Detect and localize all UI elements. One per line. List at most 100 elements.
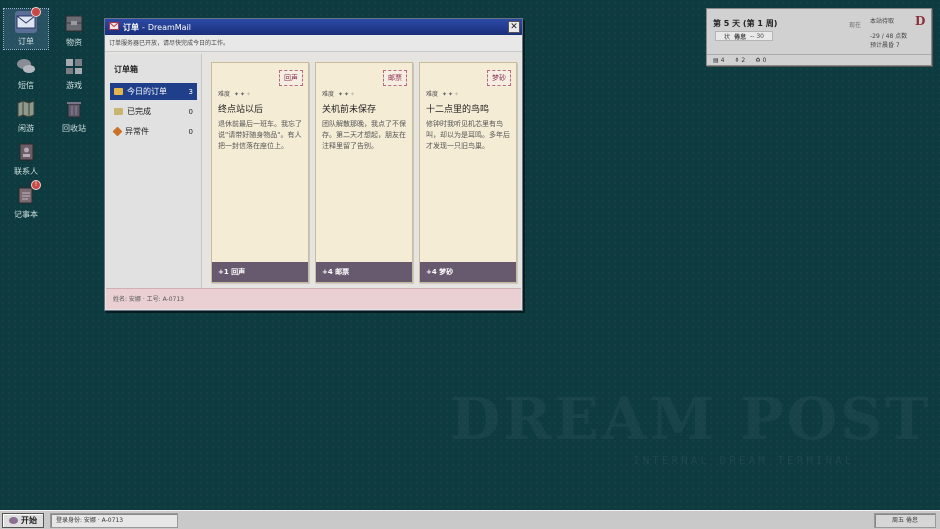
chat-bubbles-icon — [15, 55, 37, 77]
notebook-icon: ! — [15, 180, 41, 206]
desktop-icon-recycle-bin[interactable]: 回收站 — [52, 98, 96, 134]
game-tiles-icon — [63, 55, 85, 77]
desktop-icon-label: 联系人 — [14, 167, 38, 176]
divider — [707, 54, 931, 55]
taskbar: 开始 登录身份: 安娜 · A-0713 周五 倦怠 — [0, 510, 940, 529]
mood-extra: -- 30 — [750, 32, 764, 40]
desktop-icon-label: 回收站 — [62, 124, 86, 133]
mailbox-sidebar: 订单箱 今日的订单 3 已完成 0 异常件 0 — [106, 54, 202, 289]
postage-stamp: 邮票 — [383, 70, 407, 86]
order-cards-area: 回声 难度 ✦✦✦ 终点站以后 退休前最后一班车。我忘了说"请带好随身物品"。有… — [203, 54, 521, 289]
desktop-icon-label: 游戏 — [66, 81, 82, 90]
crate-icon — [63, 12, 85, 34]
difficulty-pips: ✦✦✦ — [337, 91, 357, 98]
folder-exceptions[interactable]: 异常件 0 — [110, 123, 197, 140]
mail-inbox-icon — [15, 7, 41, 33]
folder-completed[interactable]: 已完成 0 — [110, 103, 197, 120]
status-widget: 第 5 天 (第 1 周) 状 倦怠 -- 30 现在 本站待取 -29 / 4… — [706, 8, 932, 66]
order-reward: +1 回声 — [212, 262, 308, 282]
start-button[interactable]: 开始 — [2, 513, 44, 528]
desktop-icon-contacts[interactable]: 联系人 — [4, 141, 48, 177]
difficulty-label: 难度 — [426, 91, 439, 98]
sidebar-heading: 订单箱 — [114, 65, 138, 74]
folder-count: 3 — [188, 87, 193, 96]
difficulty-pips: ✦✦✦ — [233, 91, 253, 98]
now-label: 现在 — [849, 22, 862, 29]
mail-stack-icon: ▤ — [713, 57, 719, 64]
trash-icon: ♻ — [755, 57, 761, 64]
window-title-name: DreamMail — [147, 22, 192, 32]
close-button[interactable]: ✕ — [508, 21, 520, 33]
window-footer: 姓名: 安娜 · 工号: A-0713 — [106, 288, 521, 309]
watermark-subtitle: INTERNAL DREAM TERMINAL — [633, 454, 855, 467]
dreammail-window: 订单 - DreamMail ✕ 订单服务器已开放，请尽快完成今日的工作。 订单… — [104, 18, 523, 311]
folder-label: 异常件 — [125, 127, 149, 136]
desktop-icon-messages[interactable]: 短信 — [4, 55, 48, 91]
warning-diamond-icon — [112, 126, 123, 137]
dream-logo: D — [915, 14, 926, 28]
day-counter: 第 5 天 (第 1 周) — [713, 19, 778, 28]
difficulty-label: 难度 — [218, 91, 231, 98]
start-label: 开始 — [21, 516, 37, 525]
folder-label: 今日的订单 — [127, 87, 167, 96]
folder-count: 0 — [188, 107, 193, 116]
folder-today-orders[interactable]: 今日的订单 3 — [110, 83, 197, 100]
mail-stack-stat: ▤ 4 — [713, 57, 725, 64]
difficulty-rating: 难度 ✦✦✦ — [218, 89, 252, 98]
desktop-icon-label: 短信 — [18, 81, 34, 90]
window-body: 订单箱 今日的订单 3 已完成 0 异常件 0 回声 难度 ✦✦✦ 终点站以后 … — [106, 54, 521, 289]
desktop-icon-wander[interactable]: 闲游 — [4, 98, 48, 134]
location-text: 本站待取 — [870, 18, 895, 25]
difficulty-rating: 难度 ✦✦✦ — [322, 89, 356, 98]
folder-icon — [114, 88, 123, 95]
difficulty-pips: ✦✦✦ — [441, 91, 461, 98]
difficulty-label: 难度 — [322, 91, 335, 98]
order-card[interactable]: 梦砂 难度 ✦✦✦ 十二点里的鸟鸣 修钟时我听见机芯里有鸟叫，却以为是耳鸣。多年… — [419, 62, 517, 283]
order-title: 十二点里的鸟鸣 — [426, 105, 490, 115]
folder-label: 已完成 — [127, 107, 151, 116]
trash-stat: ♻ 0 — [755, 57, 767, 64]
contacts-book-icon — [15, 141, 37, 163]
order-title: 关机前未保存 — [322, 105, 377, 115]
window-titlebar[interactable]: 订单 - DreamMail ✕ — [105, 19, 522, 35]
notification-badge — [31, 7, 41, 17]
folder-icon — [114, 108, 123, 115]
desktop-icon-notebook[interactable]: ! 记事本 — [4, 180, 48, 220]
desktop-icon-label: 闲游 — [18, 124, 34, 133]
order-description: 团队解散那晚，我点了不保存。第二天才想起，朋友在注释里留了告别。 — [322, 120, 406, 150]
desktop-icon-games[interactable]: 游戏 — [52, 55, 96, 91]
mood-chip: 状 倦怠 -- 30 — [715, 31, 773, 41]
order-card[interactable]: 邮票 难度 ✦✦✦ 关机前未保存 团队解散那晚，我点了不保存。第二天才想起，朋友… — [315, 62, 413, 283]
order-reward: +4 邮票 — [316, 262, 412, 282]
bottle-stat: ⚱ 2 — [734, 57, 746, 64]
postage-stamp: 梦砂 — [487, 70, 511, 86]
recycle-bin-icon — [63, 98, 85, 120]
order-description: 修钟时我听见机芯里有鸟叫，却以为是耳鸣。多年后才发现一只旧鸟巢。 — [426, 120, 510, 150]
order-title: 终点站以后 — [218, 105, 264, 115]
mood-value: 倦怠 — [734, 33, 747, 41]
mail-app-icon — [109, 22, 119, 32]
progress-text: -29 / 48 点数 — [870, 33, 908, 40]
mood-label: 状 — [724, 33, 731, 41]
login-info: 登录身份: 安娜 · A-0713 — [50, 513, 178, 528]
bottle-icon: ⚱ — [734, 57, 740, 64]
difficulty-rating: 难度 ✦✦✦ — [426, 89, 460, 98]
desktop-icon-orders[interactable]: 订单 — [3, 7, 49, 50]
server-notice: 订单服务器已开放，请尽快完成今日的工作。 — [105, 35, 522, 52]
tray-status[interactable]: 周五 倦怠 — [874, 513, 936, 528]
window-title-separator: - — [142, 22, 145, 32]
desktop-icon-supplies[interactable]: 物资 — [52, 12, 96, 48]
watermark-title: DREAM POST — [450, 385, 931, 453]
desktop-icon-label: 记事本 — [14, 210, 38, 219]
folder-count: 0 — [188, 127, 193, 136]
desktop-icon-label: 订单 — [18, 37, 34, 46]
window-title-app: 订单 — [123, 22, 139, 32]
desktop-icon-label: 物资 — [66, 38, 82, 47]
order-description: 退休前最后一班车。我忘了说"请带好随身物品"。有人把一封信落在座位上。 — [218, 120, 302, 150]
order-card[interactable]: 回声 难度 ✦✦✦ 终点站以后 退休前最后一班车。我忘了说"请带好随身物品"。有… — [211, 62, 309, 283]
map-icon — [15, 98, 37, 120]
order-reward: +4 梦砂 — [420, 262, 516, 282]
start-orb-icon — [9, 517, 18, 524]
postage-stamp: 回声 — [279, 70, 303, 86]
eta-text: 预计晨昏 7 — [870, 42, 900, 49]
